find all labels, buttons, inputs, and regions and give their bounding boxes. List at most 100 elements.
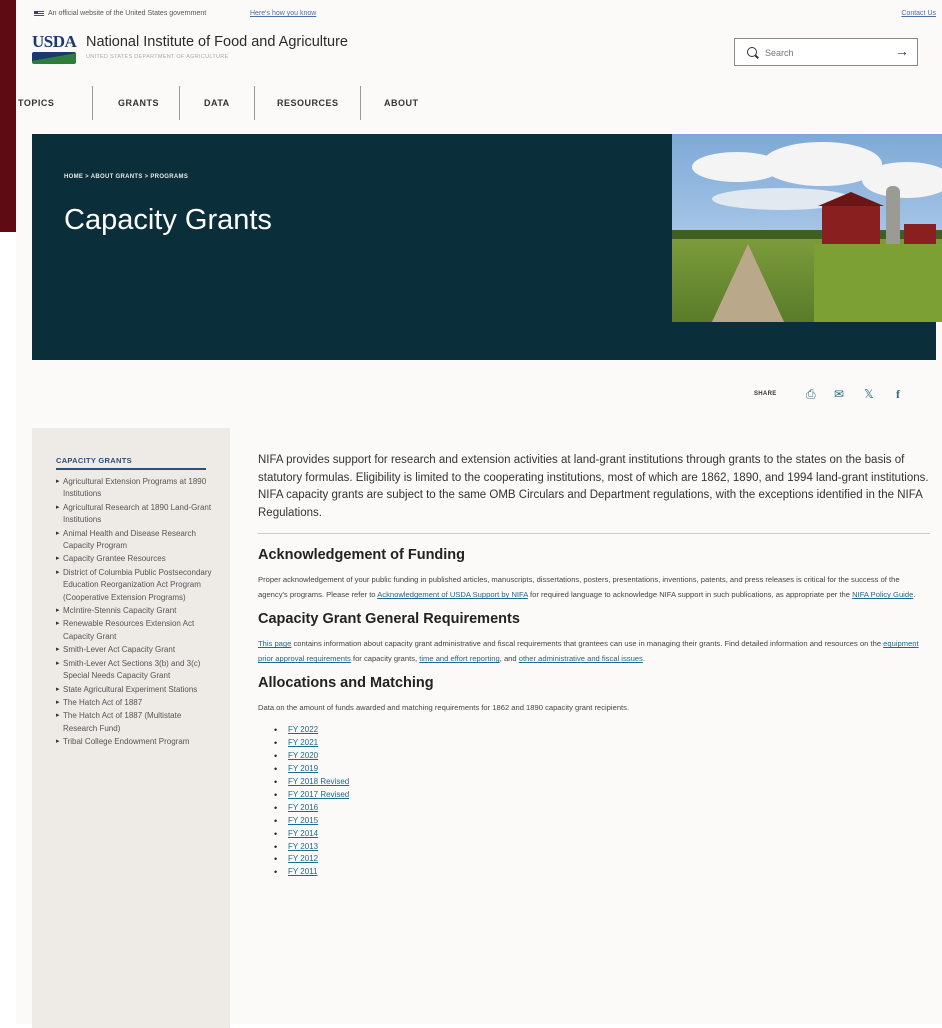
sidebar-heading-rule <box>56 468 206 470</box>
sidebar-item[interactable]: The Hatch Act of 1887 (Multistate Resear… <box>56 710 216 735</box>
site-subtitle: UNITED STATES DEPARTMENT OF AGRICULTURE <box>86 54 229 60</box>
fy-link[interactable]: FY 2011 <box>288 867 318 876</box>
fy-link[interactable]: FY 2014 <box>288 829 318 838</box>
fy-link[interactable]: FY 2016 <box>288 803 318 812</box>
nifa-policy-guide-link[interactable]: NIFA Policy Guide <box>852 590 913 599</box>
section-divider <box>258 533 930 535</box>
nav-grants[interactable]: GRANTS <box>118 84 159 122</box>
main-nav: TOPICS GRANTS DATA RESOURCES ABOUT <box>16 84 942 128</box>
email-icon[interactable]: ✉ <box>834 387 844 401</box>
fy-link[interactable]: FY 2012 <box>288 854 318 863</box>
fy-link[interactable]: FY 2021 <box>288 738 318 747</box>
allocations-paragraph: Data on the amount of funds awarded and … <box>258 703 630 713</box>
nav-about[interactable]: ABOUT <box>384 84 419 122</box>
sidebar-item[interactable]: Smith-Lever Act Sections 3(b) and 3(c) S… <box>56 658 216 683</box>
fy-link[interactable]: FY 2020 <box>288 751 318 760</box>
ack-text: . <box>913 590 916 600</box>
photo-grass <box>814 244 942 322</box>
list-item: FY 2015 <box>258 815 930 828</box>
nav-topics[interactable]: TOPICS <box>18 84 54 122</box>
fy-link[interactable]: FY 2015 <box>288 816 318 825</box>
ack-paragraph: Proper acknowledgement of your public fu… <box>258 572 930 602</box>
ack-usda-support-link[interactable]: Acknowledgement of USDA Support by NIFA <box>377 590 528 599</box>
list-item: FY 2022 <box>258 724 930 737</box>
usda-logo-text: USDA <box>32 32 77 51</box>
fy-link[interactable]: FY 2017 Revised <box>288 790 349 799</box>
list-item: FY 2020 <box>258 750 930 763</box>
photo-barn <box>818 192 884 244</box>
print-icon[interactable]: ⎙ <box>806 387 816 402</box>
contact-us-link[interactable]: Contact Us <box>901 10 936 17</box>
list-item: FY 2017 Revised <box>258 789 930 802</box>
nav-data[interactable]: DATA <box>204 84 230 122</box>
usda-logo-icon <box>32 52 76 64</box>
intro-paragraph: NIFA provides support for research and e… <box>258 454 929 519</box>
sidebar-item[interactable]: Capacity Grantee Resources <box>56 553 216 566</box>
how-you-know-link[interactable]: Here's how you know <box>250 10 316 17</box>
requirements-paragraph: This page contains information about cap… <box>258 636 930 666</box>
fy-link[interactable]: FY 2022 <box>288 725 318 734</box>
this-page-link[interactable]: This page <box>258 639 291 648</box>
outer-frame-left <box>0 0 16 232</box>
requirements-text: for capacity grants, <box>350 654 420 664</box>
requirements-heading: Capacity Grant General Requirements <box>258 611 520 628</box>
fy-link[interactable]: FY 2013 <box>288 842 318 851</box>
sidebar-item[interactable]: Animal Health and Disease Research Capac… <box>56 528 216 553</box>
farm-photo <box>672 134 942 322</box>
nav-divider <box>179 86 180 120</box>
requirements-text: contains information about capacity gran… <box>291 639 884 649</box>
sidebar-item[interactable]: State Agricultural Experiment Stations <box>56 684 216 697</box>
nav-divider <box>92 86 93 120</box>
list-item: FY 2012 <box>258 853 930 866</box>
list-item: FY 2016 <box>258 802 930 815</box>
sidebar-item[interactable]: McIntire-Stennis Capacity Grant <box>56 605 216 618</box>
time-effort-reporting-link[interactable]: time and effort reporting <box>419 654 499 663</box>
search-box: → <box>734 38 918 66</box>
list-item: FY 2019 <box>258 763 930 776</box>
photo-shed <box>904 224 936 244</box>
hero-banner: HOME > ABOUT GRANTS > PROGRAMS Capacity … <box>32 134 942 360</box>
fy-list: FY 2022 FY 2021 FY 2020 FY 2019 FY 2018 … <box>258 724 930 879</box>
page-title: Capacity Grants <box>64 204 272 236</box>
search-input[interactable] <box>763 44 887 62</box>
facebook-icon[interactable]: f <box>896 387 900 402</box>
sidebar-item[interactable]: Agricultural Research at 1890 Land-Grant… <box>56 502 216 527</box>
site-header: USDA National Institute of Food and Agri… <box>16 22 942 78</box>
sidebar-item[interactable]: Tribal College Endowment Program <box>56 736 216 749</box>
nav-resources[interactable]: RESOURCES <box>277 84 339 122</box>
us-flag-icon <box>34 11 44 17</box>
sidebar-heading[interactable]: CAPACITY GRANTS <box>56 456 132 465</box>
list-item: FY 2013 <box>258 841 930 854</box>
main-content: NIFA provides support for research and e… <box>258 452 930 879</box>
requirements-text: , and <box>499 654 519 664</box>
sidebar-item[interactable]: Agricultural Extension Programs at 1890 … <box>56 476 216 501</box>
sidebar-item[interactable]: District of Columbia Public Postsecondar… <box>56 567 216 604</box>
sidebar-list: Agricultural Extension Programs at 1890 … <box>56 476 216 750</box>
sidebar-item[interactable]: Renewable Resources Extension Act Capaci… <box>56 618 216 643</box>
ack-heading: Acknowledgement of Funding <box>258 547 466 564</box>
gov-banner-text: An official website of the United States… <box>48 10 207 17</box>
sidebar-item[interactable]: Smith-Lever Act Capacity Grant <box>56 644 216 657</box>
list-item: FY 2011 <box>258 866 930 879</box>
usda-logo[interactable]: USDA <box>32 32 77 66</box>
search-submit-arrow-icon[interactable]: → <box>895 43 909 59</box>
search-icon <box>747 47 757 57</box>
page-canvas: An official website of the United States… <box>16 0 942 1028</box>
list-item: FY 2018 Revised <box>258 776 930 789</box>
breadcrumb[interactable]: HOME > ABOUT GRANTS > PROGRAMS <box>64 174 188 180</box>
sidebar-item[interactable]: The Hatch Act of 1887 <box>56 697 216 710</box>
photo-road <box>712 244 784 322</box>
share-label: SHARE <box>754 391 777 397</box>
sidebar: CAPACITY GRANTS Agricultural Extension P… <box>32 428 230 1028</box>
nav-divider <box>254 86 255 120</box>
fy-link[interactable]: FY 2018 Revised <box>288 777 349 786</box>
list-item: FY 2021 <box>258 737 930 750</box>
x-icon[interactable]: 𝕏 <box>864 387 874 401</box>
fiscal-issues-link[interactable]: other administrative and fiscal issues <box>519 654 643 663</box>
fy-link[interactable]: FY 2019 <box>288 764 318 773</box>
gov-banner: An official website of the United States… <box>16 8 942 22</box>
photo-silo <box>886 186 900 244</box>
allocations-heading: Allocations and Matching <box>258 675 434 692</box>
nav-divider <box>360 86 361 120</box>
site-name[interactable]: National Institute of Food and Agricultu… <box>86 34 348 50</box>
